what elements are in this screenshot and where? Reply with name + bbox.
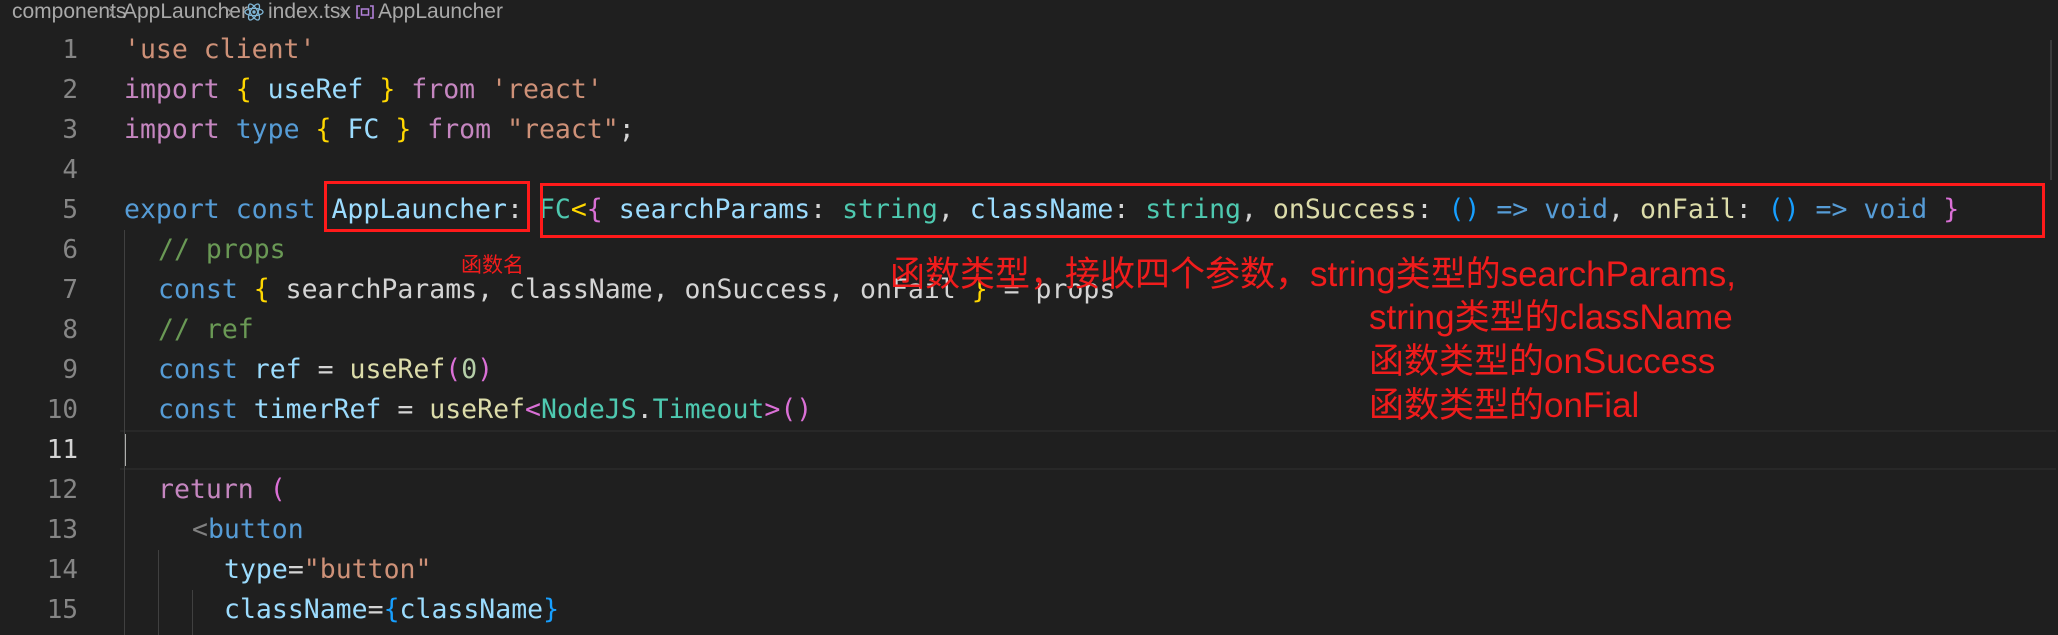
chevron-right-icon: › bbox=[226, 1, 233, 23]
code-text: const ref = useRef(0) bbox=[158, 354, 494, 385]
line-number: 8 bbox=[62, 315, 78, 345]
code-text: // ref bbox=[158, 314, 254, 345]
line-number: 5 bbox=[62, 195, 78, 225]
line-number: 6 bbox=[62, 235, 78, 265]
code-text: className={className} bbox=[224, 594, 560, 625]
line-number: 4 bbox=[62, 155, 78, 185]
code-line: 14 type="button" bbox=[0, 550, 2058, 590]
annotation-line-2: string类型的className bbox=[1369, 298, 1733, 337]
annotation-line-3: 函数类型的onSuccess bbox=[1369, 342, 1716, 381]
line-number: 2 bbox=[62, 75, 78, 105]
code-line: 1 'use client' bbox=[0, 30, 2058, 70]
line-number-active: 11 bbox=[46, 435, 78, 465]
breadcrumb: components › AppLauncher › index.tsx › A… bbox=[0, 0, 2058, 24]
code-text: 'use client' bbox=[124, 34, 316, 65]
code-text: import { useRef } from 'react' bbox=[124, 74, 603, 105]
code-text: // props bbox=[158, 234, 286, 265]
code-line: 3 import type { FC } from "react"; bbox=[0, 110, 2058, 150]
line-number: 12 bbox=[46, 475, 78, 505]
code-line: 2 import { useRef } from 'react' bbox=[0, 70, 2058, 110]
code-line: 10 const timerRef = useRef<NodeJS.Timeou… bbox=[0, 390, 2058, 430]
code-line: 15 className={className} bbox=[0, 590, 2058, 630]
line-number: 3 bbox=[62, 115, 78, 145]
line-number: 10 bbox=[46, 395, 78, 425]
annotation-box-function-type bbox=[540, 183, 2045, 238]
line-number: 9 bbox=[62, 355, 78, 385]
line-number: 15 bbox=[46, 595, 78, 625]
code-line: 8 // ref bbox=[0, 310, 2058, 350]
line-number: 7 bbox=[62, 275, 78, 305]
annotation-line-1: 函数类型，接收四个参数，string类型的searchParams, bbox=[890, 255, 1736, 294]
code-text: return ( bbox=[158, 474, 286, 505]
line-number: 14 bbox=[46, 555, 78, 585]
code-line: 13 <button bbox=[0, 510, 2058, 550]
code-editor[interactable]: 1 'use client' 2 import { useRef } from … bbox=[0, 30, 2058, 635]
chevron-right-icon: › bbox=[108, 1, 115, 23]
react-file-icon bbox=[244, 3, 264, 21]
chevron-right-icon: › bbox=[339, 1, 346, 23]
code-line: 9 const ref = useRef(0) bbox=[0, 350, 2058, 390]
code-text: const timerRef = useRef<NodeJS.Timeout>(… bbox=[158, 394, 813, 425]
code-text: type="button" bbox=[224, 554, 432, 585]
annotation-box-function-name bbox=[324, 181, 530, 232]
code-line: 11 bbox=[0, 430, 2058, 470]
annotation-line-4: 函数类型的onFial bbox=[1369, 386, 1640, 425]
line-number: 1 bbox=[62, 35, 78, 65]
code-line: 12 return ( bbox=[0, 470, 2058, 510]
breadcrumb-item-symbol[interactable]: AppLauncher bbox=[378, 0, 503, 24]
line-number: 13 bbox=[46, 515, 78, 545]
annotation-function-name: 函数名 bbox=[461, 254, 524, 277]
code-text: <button bbox=[192, 514, 304, 545]
code-text: import type { FC } from "react"; bbox=[124, 114, 635, 145]
symbol-method-icon bbox=[356, 5, 374, 19]
